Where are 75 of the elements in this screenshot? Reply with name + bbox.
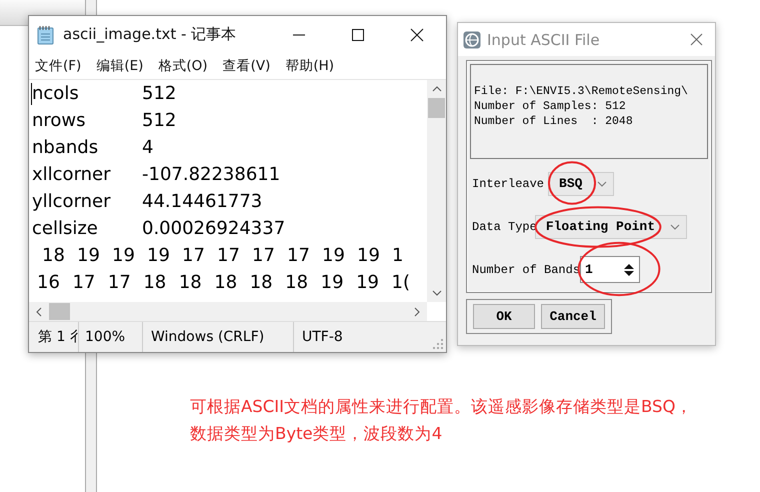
chevron-down-icon bbox=[670, 224, 680, 230]
status-text: 第 1 彳 bbox=[37, 328, 78, 347]
number-field[interactable]: 1 bbox=[580, 256, 640, 283]
header-value: 512 bbox=[142, 82, 176, 106]
data-value: 17 bbox=[252, 244, 276, 268]
data-value: 18 bbox=[42, 244, 66, 268]
data-value: 18 bbox=[250, 271, 274, 295]
maximize-icon bbox=[351, 28, 365, 42]
header-key: xllcorner bbox=[32, 161, 142, 188]
notepad-icon bbox=[37, 24, 55, 44]
header-key: yllcorner bbox=[32, 188, 142, 215]
data-value: 18 bbox=[143, 271, 168, 295]
info-text: File: F:\ENVI5.3\RemoteSensing\ bbox=[474, 84, 689, 99]
spinner-arrows-icon bbox=[623, 262, 636, 276]
scroll-left-icon bbox=[35, 306, 43, 316]
header-value: -107.82238611 bbox=[142, 163, 280, 187]
header-value: 44.14461773 bbox=[142, 190, 262, 214]
data-value: 17 bbox=[182, 244, 206, 268]
cancel-button[interactable]: Cancel bbox=[541, 304, 605, 329]
dropdown[interactable]: BSQ bbox=[548, 172, 614, 196]
close-icon bbox=[410, 28, 424, 42]
menu-item[interactable]: 编辑(E) bbox=[96, 57, 144, 75]
globe-icon bbox=[463, 30, 481, 48]
scroll-thumb[interactable] bbox=[49, 303, 70, 320]
data-value: 16 bbox=[37, 271, 61, 295]
close-icon bbox=[690, 33, 703, 46]
data-value: 1( bbox=[392, 271, 412, 295]
resize-grip-icon bbox=[433, 339, 443, 349]
window-title: ascii_image.txt - 记事本 bbox=[63, 25, 238, 44]
dropdown[interactable]: Floating Point bbox=[534, 214, 687, 238]
scroll-up-icon bbox=[432, 85, 442, 93]
menu-item[interactable]: 文件(F) bbox=[35, 57, 82, 75]
header-key: nbands bbox=[32, 134, 142, 161]
data-value: 17 bbox=[287, 244, 311, 268]
field-label: Data Type bbox=[471, 220, 537, 234]
vertical-scrollbar[interactable] bbox=[427, 80, 446, 302]
data-value: 19 bbox=[112, 244, 136, 268]
scroll-right-icon bbox=[413, 306, 421, 316]
header-key: nrows bbox=[32, 107, 142, 134]
scroll-thumb[interactable] bbox=[428, 98, 445, 118]
header-key: cellsize bbox=[32, 215, 142, 242]
window-title: Input ASCII File bbox=[487, 30, 601, 48]
data-value: 19 bbox=[320, 271, 345, 295]
chevron-down-icon bbox=[597, 180, 608, 186]
minimize-icon bbox=[292, 34, 306, 36]
menu-item[interactable]: 查看(V) bbox=[222, 57, 270, 75]
field-label: Interleave bbox=[471, 176, 544, 190]
info-text: Number of Lines : 2048 bbox=[474, 114, 634, 129]
menu-item[interactable]: 帮助(H) bbox=[285, 57, 334, 75]
data-value: 19 bbox=[357, 244, 381, 268]
data-value: 17 bbox=[217, 244, 241, 268]
header-value: 4 bbox=[142, 136, 154, 160]
data-value: 19 bbox=[322, 244, 346, 268]
text-cursor bbox=[31, 83, 32, 105]
status-text: Windows (CRLF) bbox=[142, 322, 293, 352]
data-value: 18 bbox=[178, 271, 203, 295]
data-value: 17 bbox=[108, 271, 132, 295]
info-text: Number of Samples: 512 bbox=[474, 99, 627, 114]
horizontal-scrollbar[interactable] bbox=[29, 302, 427, 321]
status-text: UTF-8 bbox=[293, 322, 343, 352]
data-value: 19 bbox=[147, 244, 171, 268]
data-value: 19 bbox=[77, 244, 101, 268]
header-value: 0.00026924337 bbox=[142, 217, 286, 241]
data-value: 1 bbox=[392, 244, 404, 268]
data-value: 19 bbox=[356, 271, 380, 295]
data-value: 18 bbox=[285, 271, 310, 295]
header-value: 512 bbox=[142, 109, 176, 133]
header-key: ncols bbox=[32, 80, 142, 107]
annotation-text: 可根据ASCII文档的属性来进行配置。该遥感影像存储类型是BSQ，数据类型为Byte类型，波段数为4 bbox=[190, 396, 694, 445]
data-value: 18 bbox=[214, 271, 238, 295]
scroll-down-icon bbox=[432, 289, 442, 297]
menu-item[interactable]: 格式(O) bbox=[158, 57, 208, 75]
status-text: 100% bbox=[78, 322, 142, 352]
ok-button[interactable]: OK bbox=[473, 304, 535, 329]
data-value: 17 bbox=[72, 271, 96, 295]
